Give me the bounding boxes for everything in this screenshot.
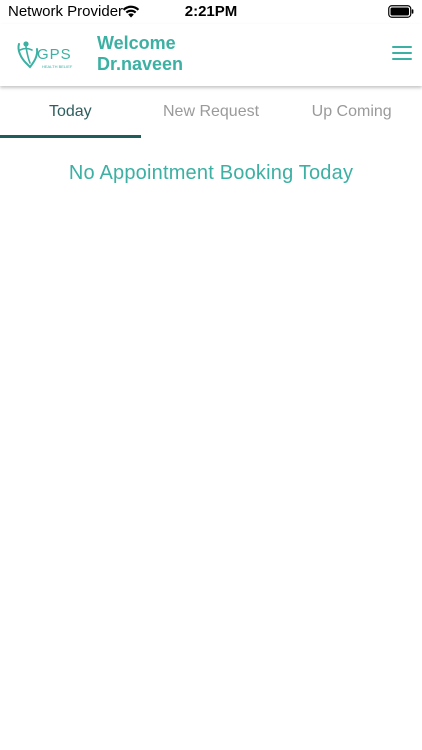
appointment-tabs: Today New Request Up Coming: [0, 86, 422, 138]
empty-state-message: No Appointment Booking Today: [68, 162, 354, 184]
gps-logo-icon: GPS HEALTH BELIEF: [17, 41, 73, 69]
status-time: 2:21PM: [184, 3, 238, 20]
battery-icon: [388, 5, 414, 18]
app-header: GPS HEALTH BELIEF Welcome Dr.naveen: [0, 24, 422, 86]
logo-text: GPS: [37, 46, 72, 63]
tab-up-coming[interactable]: Up Coming: [281, 86, 422, 138]
tab-active-indicator: [0, 135, 141, 138]
welcome-label: Welcome: [97, 33, 176, 53]
logo-tagline: HEALTH BELIEF: [42, 64, 73, 69]
tab-up-coming-label: Up Coming: [311, 103, 392, 120]
welcome-title: Welcome Dr.naveen: [97, 33, 183, 75]
tab-today[interactable]: Today: [0, 86, 141, 138]
tab-new-request-label: New Request: [162, 103, 260, 120]
tab-today-label: Today: [48, 103, 92, 120]
doctor-name: Dr.naveen: [97, 54, 184, 74]
status-bar: Network Provider 2:21PM: [0, 0, 422, 24]
hamburger-menu-icon[interactable]: [390, 42, 414, 64]
tab-new-request[interactable]: New Request: [141, 86, 282, 138]
